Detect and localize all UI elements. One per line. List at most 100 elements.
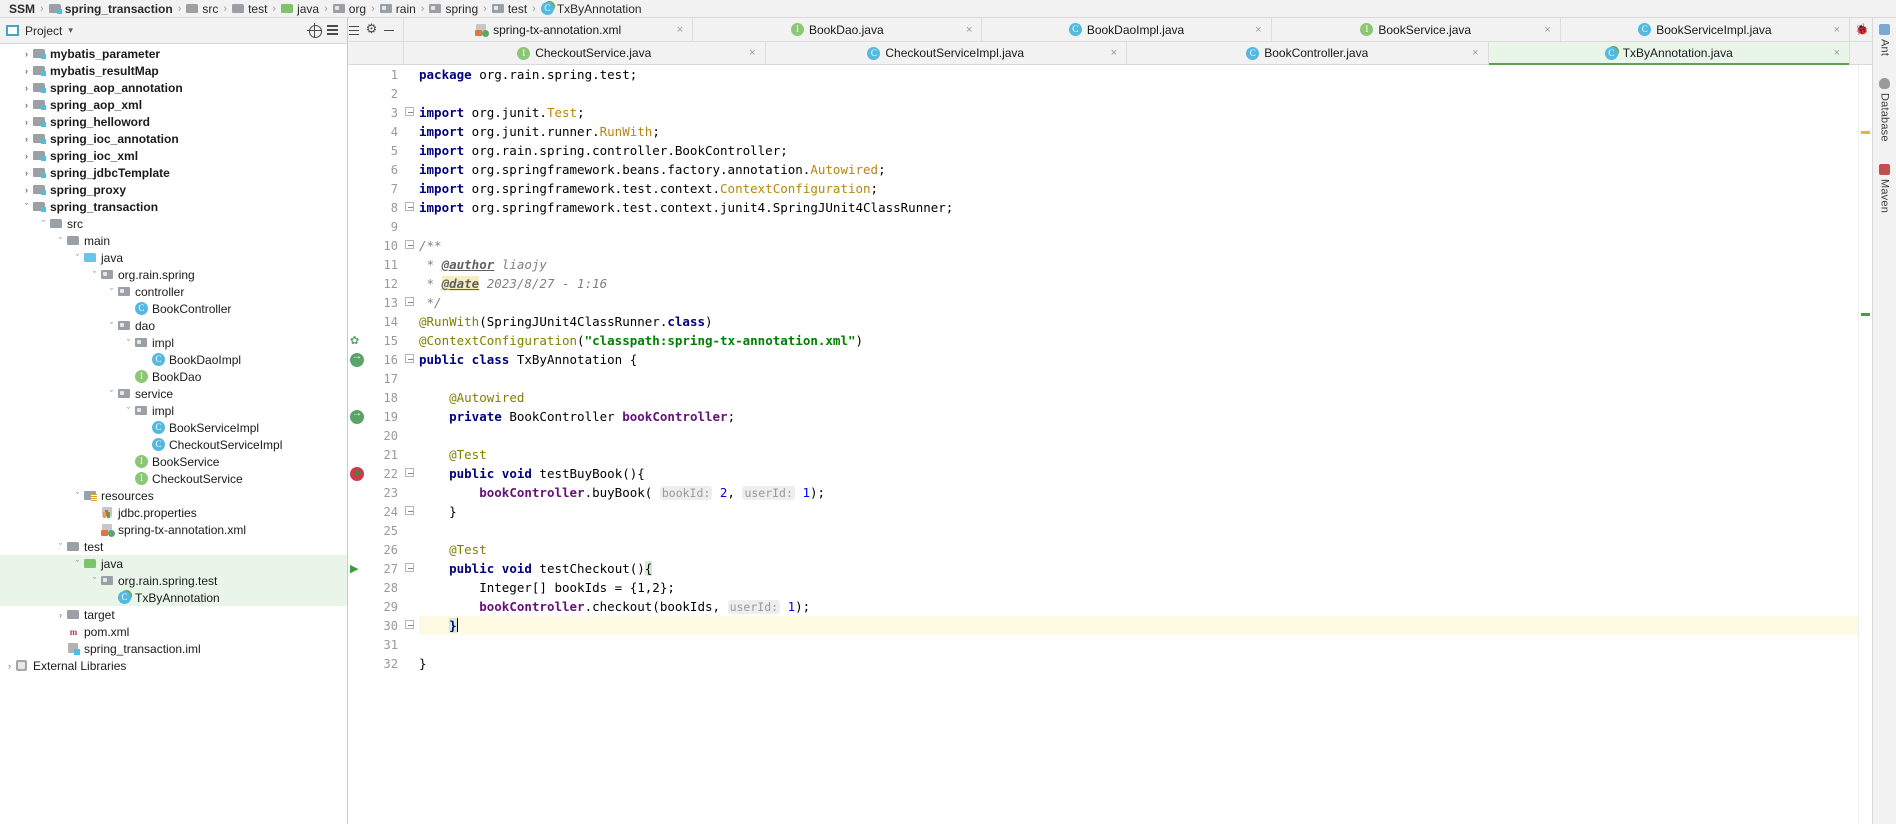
tree-item-spring-helloword[interactable]: › spring_helloword [0,113,347,130]
breadcrumb-item-spring-transaction[interactable]: spring_transaction [47,2,175,16]
tree-item-src[interactable]: ˇ src [0,215,347,232]
code-content[interactable]: package org.rain.spring.test; import org.… [417,65,1858,824]
tool-window-database[interactable]: Database [1879,78,1891,142]
breadcrumb-item-rain[interactable]: rain [378,2,418,16]
project-tree[interactable]: › mybatis_parameter › mybatis_resultMap › spr… [0,44,347,824]
chevron-right-icon[interactable]: › [21,151,32,161]
tree-item-controller[interactable]: ˇ controller [0,283,347,300]
tool-window-ant[interactable]: Ant [1879,24,1891,56]
tree-item-checkoutserviceimpl[interactable]: ›CCheckoutServiceImpl [0,436,347,453]
tool-window-maven[interactable]: Maven [1879,163,1891,213]
chevron-right-icon[interactable]: › [55,610,66,620]
fold-column[interactable] [404,65,417,824]
close-icon[interactable]: × [1544,24,1550,36]
tree-item-spring-transaction[interactable]: ˇ spring_transaction [0,198,347,215]
collapse-icon[interactable] [348,24,360,36]
editor-tab-checkoutserviceimpl-java[interactable]: C CheckoutServiceImpl.java × [765,42,1127,64]
editor-right-gutter[interactable] [1858,65,1872,824]
chevron-right-icon[interactable]: › [21,185,32,195]
editor-tab-checkoutservice-java[interactable]: I CheckoutService.java × [404,42,766,64]
chevron-down-icon[interactable]: ˇ [123,338,134,348]
tree-item-spring-ioc-xml[interactable]: › spring_ioc_xml [0,147,347,164]
close-icon[interactable]: × [1255,24,1261,36]
tree-item-dao[interactable]: ˇ dao [0,317,347,334]
editor-tab-bookdaoimpl-java[interactable]: C BookDaoImpl.java × [982,18,1272,41]
editor-tab-bookdao-java[interactable]: I BookDao.java × [693,18,983,41]
chevron-down-icon[interactable]: ˇ [89,576,100,586]
tree-item-checkoutservice[interactable]: ›ICheckoutService [0,470,347,487]
fold-toggle[interactable] [405,107,416,118]
chevron-right-icon[interactable]: › [21,66,32,76]
tree-item-spring-tx-annotation-xml[interactable]: ›spring-tx-annotation.xml [0,521,347,538]
chevron-down-icon[interactable]: ▾ [68,25,73,36]
tree-item-spring-aop-annotation[interactable]: › spring_aop_annotation [0,79,347,96]
chevron-down-icon[interactable]: ˇ [106,389,117,399]
fold-toggle[interactable] [405,202,416,213]
tree-item-spring-proxy[interactable]: › spring_proxy [0,181,347,198]
debug-button[interactable]: 🐞 [1850,18,1872,41]
chevron-down-icon[interactable]: ˇ [123,406,134,416]
tree-item-external-libraries[interactable]: › External Libraries [0,657,347,674]
fold-toggle[interactable] [405,620,416,631]
close-icon[interactable]: × [677,24,683,36]
breadcrumb-item-src[interactable]: src [184,2,220,16]
minimize-icon[interactable] [383,24,395,36]
close-icon[interactable]: × [1472,47,1478,59]
tree-item-target[interactable]: › target [0,606,347,623]
close-icon[interactable]: × [749,47,755,59]
chevron-down-icon[interactable]: ˇ [55,542,66,552]
chevron-right-icon[interactable]: › [21,134,32,144]
breadcrumb-item-ssm[interactable]: SSM [4,2,37,16]
tree-item-bookcontroller[interactable]: ›CBookController [0,300,347,317]
chevron-down-icon[interactable]: ˇ [89,270,100,280]
chevron-right-icon[interactable]: › [21,100,32,110]
tree-item-txbyannotation[interactable]: ›CTxByAnnotation [0,589,347,606]
breadcrumb-item-spring[interactable]: spring [427,2,480,16]
chevron-down-icon[interactable]: ˇ [72,253,83,263]
tree-item-bookdaoimpl[interactable]: ›CBookDaoImpl [0,351,347,368]
chevron-down-icon[interactable]: ˇ [38,219,49,229]
fold-toggle[interactable] [405,297,416,308]
breadcrumb-item-java[interactable]: java [279,2,321,16]
fold-toggle[interactable] [405,240,416,251]
tree-item-bookdao[interactable]: ›IBookDao [0,368,347,385]
tree-item-mybatis-resultmap[interactable]: › mybatis_resultMap [0,62,347,79]
chevron-down-icon[interactable]: ˇ [72,491,83,501]
chevron-down-icon[interactable]: ˇ [21,202,32,212]
tree-item-test[interactable]: ˇ test [0,538,347,555]
editor-tab-bookservice-java[interactable]: I BookService.java × [1271,18,1561,41]
chevron-right-icon[interactable]: › [21,49,32,59]
editor-tab-bookcontroller-java[interactable]: C BookController.java × [1127,42,1489,64]
tree-item-impl[interactable]: ˇ impl [0,402,347,419]
tree-item-spring-jdbctemplate[interactable]: › spring_jdbcTemplate [0,164,347,181]
locate-in-tree-button[interactable] [305,22,323,40]
chevron-right-icon[interactable]: › [21,117,32,127]
close-icon[interactable]: × [1834,47,1840,59]
tree-item-pom-xml[interactable]: ›mpom.xml [0,623,347,640]
close-icon[interactable]: × [1834,24,1840,36]
close-icon[interactable]: × [1111,47,1117,59]
tree-item-spring-transaction-iml[interactable]: ›spring_transaction.iml [0,640,347,657]
tree-item-bookserviceimpl[interactable]: ›CBookServiceImpl [0,419,347,436]
breadcrumb-item-org[interactable]: org [331,2,368,16]
chevron-right-icon[interactable]: › [21,83,32,93]
tree-item-resources[interactable]: ˇ resources [0,487,347,504]
tree-item-org-rain-spring-test[interactable]: ˇ org.rain.spring.test [0,572,347,589]
breadcrumb-item-test[interactable]: test [490,2,529,16]
breadcrumb-item-txbyannotation[interactable]: C TxByAnnotation [539,2,644,16]
tree-item-jdbc-properties[interactable]: ›jdbc.properties [0,504,347,521]
chevron-down-icon[interactable]: ˇ [106,321,117,331]
tree-item-service[interactable]: ˇ service [0,385,347,402]
tree-item-org-rain-spring[interactable]: ˇ org.rain.spring [0,266,347,283]
fold-toggle[interactable] [405,563,416,574]
tree-item-main[interactable]: ˇ main [0,232,347,249]
chevron-down-icon[interactable]: ˇ [106,287,117,297]
chevron-right-icon[interactable]: › [21,168,32,178]
fold-toggle[interactable] [405,354,416,365]
editor-tab-txbyannotation-java[interactable]: C TxByAnnotation.java × [1488,42,1850,65]
fold-toggle[interactable] [405,506,416,517]
chevron-right-icon[interactable]: › [4,661,15,671]
tree-item-bookservice[interactable]: ›IBookService [0,453,347,470]
collapse-all-button[interactable] [323,22,341,40]
chevron-down-icon[interactable]: ˇ [72,559,83,569]
